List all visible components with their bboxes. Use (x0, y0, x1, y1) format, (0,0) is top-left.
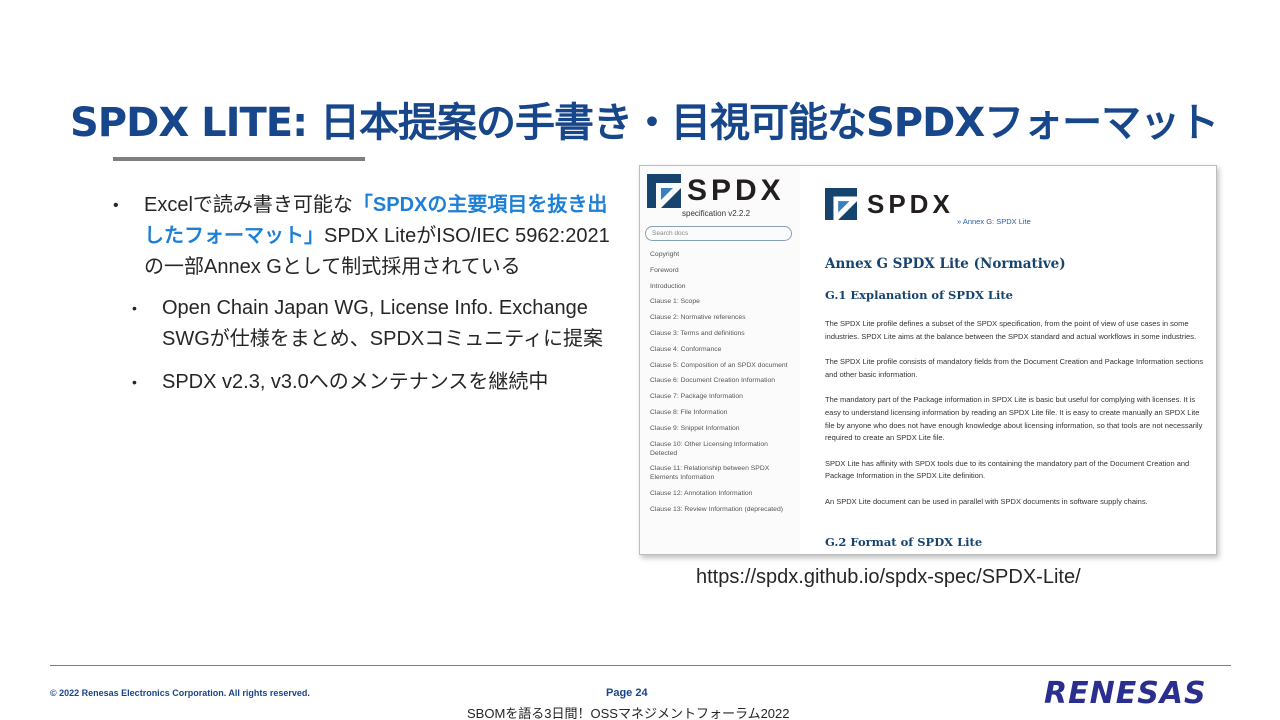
title-underline (113, 157, 365, 161)
breadcrumb[interactable]: » Annex G: SPDX Lite (957, 217, 1031, 226)
toc-item[interactable]: Clause 10: Other Licensing Information D… (650, 440, 795, 458)
section-heading-g1: G.1 Explanation of SPDX Lite (825, 288, 1013, 302)
renesas-logo: RENESAS (1044, 676, 1207, 709)
spec-version: specification v2.2.2 (682, 209, 751, 218)
spec-url[interactable]: https://spdx.github.io/spdx-spec/SPDX-Li… (696, 566, 1081, 589)
svg-text:RENESAS: RENESAS (1044, 676, 1207, 709)
paragraph: The SPDX Lite profile consists of mandat… (825, 357, 1204, 379)
spdx-logo-icon (647, 174, 681, 208)
spec-sidebar: SPDX specification v2.2.2 Search docs Co… (640, 166, 800, 554)
toc-list: Copyright Foreword Introduction Clause 1… (650, 250, 795, 521)
spdx-logo-sidebar: SPDX (647, 174, 797, 210)
toc-item[interactable]: Clause 8: File Information (650, 408, 795, 417)
bullet-list: Excelで読み書き可能な「SPDXの主要項目を抜き出したフォーマット」SPDX… (113, 190, 618, 398)
spdx-logo-icon (825, 188, 857, 220)
bullet-sub-1: Open Chain Japan WG, License Info. Excha… (113, 293, 618, 355)
spdx-logo-main: SPDX (825, 188, 965, 222)
annex-paragraphs: The SPDX Lite profile defines a subset o… (825, 318, 1210, 522)
spdx-logo-text: SPDX (687, 174, 785, 207)
spdx-logo-text: SPDX (867, 189, 954, 219)
spec-content: SPDX » Annex G: SPDX Lite Annex G SPDX L… (825, 166, 1210, 554)
toc-item[interactable]: Copyright (650, 250, 795, 259)
section-heading-g2: G.2 Format of SPDX Lite (825, 535, 983, 549)
page-number: Page 24 (606, 687, 648, 699)
paragraph: SPDX Lite has affinity with SPDX tools d… (825, 458, 1190, 481)
toc-item[interactable]: Clause 12: Annotation Information (650, 489, 795, 498)
event-name: SBOMを語る3日間！OSSマネジメントフォーラム2022 (467, 706, 790, 720)
paragraph: The SPDX Lite profile defines a subset o… (825, 319, 1197, 341)
bullet-main: Excelで読み書き可能な「SPDXの主要項目を抜き出したフォーマット」SPDX… (113, 190, 618, 283)
copyright-text: © 2022 Renesas Electronics Corporation. … (50, 688, 310, 698)
bullet-sub-2: SPDX v2.3, v3.0へのメンテナンスを継続中 (113, 367, 618, 398)
toc-item[interactable]: Clause 13: Review Information (deprecate… (650, 505, 795, 514)
footer-divider (50, 665, 1231, 666)
toc-item[interactable]: Clause 9: Snippet Information (650, 424, 795, 433)
toc-item[interactable]: Clause 5: Composition of an SPDX documen… (650, 361, 795, 370)
paragraph: The mandatory part of the Package inform… (825, 395, 1203, 443)
toc-item[interactable]: Clause 6: Document Creation Information (650, 376, 795, 385)
toc-item[interactable]: Clause 2: Normative references (650, 313, 795, 322)
paragraph: An SPDX Lite document can be used in par… (825, 496, 1148, 506)
toc-item[interactable]: Foreword (650, 266, 795, 275)
toc-item[interactable]: Clause 4: Conformance (650, 345, 795, 354)
bullet-main-pre: Excelで読み書き可能な (144, 194, 353, 216)
toc-item[interactable]: Clause 11: Relationship between SPDX Ele… (650, 464, 795, 482)
spdx-spec-screenshot: SPDX specification v2.2.2 Search docs Co… (639, 165, 1217, 555)
slide-title: SPDX LITE: 日本提案の手書き・目視可能なSPDXフォーマット (70, 100, 1219, 146)
toc-item[interactable]: Clause 7: Package Information (650, 392, 795, 401)
toc-item[interactable]: Introduction (650, 282, 795, 291)
toc-item[interactable]: Clause 1: Scope (650, 297, 795, 306)
annex-heading: Annex G SPDX Lite (Normative) (825, 256, 1066, 272)
toc-item[interactable]: Clause 3: Terms and definitions (650, 329, 795, 338)
search-docs-input[interactable]: Search docs (645, 226, 792, 241)
